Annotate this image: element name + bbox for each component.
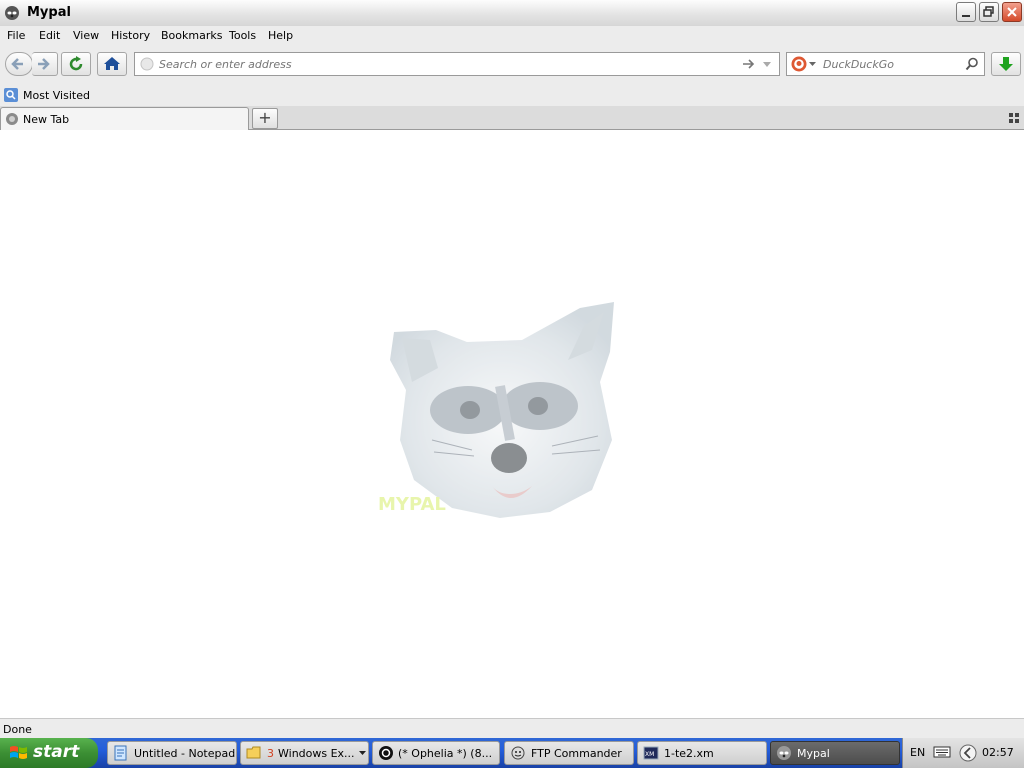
menu-bookmarks[interactable]: Bookmarks	[161, 29, 222, 42]
globe-icon	[6, 113, 18, 125]
home-button[interactable]	[97, 52, 127, 76]
most-visited-bookmark[interactable]: Most Visited	[3, 87, 90, 103]
reload-icon	[69, 56, 83, 71]
raccoon-app-icon	[5, 6, 19, 20]
system-tray: EN 02:57	[902, 738, 1024, 768]
duckduckgo-icon[interactable]	[791, 56, 807, 72]
most-visited-label: Most Visited	[23, 89, 90, 102]
navigation-toolbar	[0, 46, 1024, 84]
folder-icon	[246, 746, 261, 759]
address-bar[interactable]	[134, 52, 780, 76]
search-icon[interactable]	[965, 57, 979, 71]
minimize-button[interactable]	[956, 2, 976, 22]
taskbar-item-label: 1-te2.xm	[664, 747, 714, 760]
forward-button[interactable]	[32, 52, 58, 76]
close-button[interactable]	[1002, 2, 1022, 22]
bookmark-folder-icon	[4, 88, 18, 102]
raccoon-watermark-image: MYPAL	[378, 302, 614, 518]
show-hidden-icons-chevron-icon[interactable]	[958, 743, 978, 763]
restore-icon	[983, 6, 994, 17]
menu-tools[interactable]: Tools	[229, 29, 256, 42]
engine-dropdown-icon[interactable]	[809, 60, 817, 68]
taskbar-item-label: Mypal	[797, 747, 830, 760]
group-dropdown-icon	[359, 751, 366, 755]
logo-wordmark: MYPAL	[378, 494, 446, 515]
go-arrow-icon[interactable]	[741, 57, 757, 71]
notepad-icon	[114, 745, 127, 761]
forward-arrow-icon	[38, 58, 50, 70]
status-text: Done	[3, 723, 32, 736]
taskbar-group-count: 3	[267, 747, 274, 760]
taskbar-item-xm-file[interactable]: XM 1-te2.xm	[637, 741, 767, 765]
home-icon	[104, 57, 120, 70]
media-player-icon	[379, 746, 393, 760]
menu-view[interactable]: View	[73, 29, 99, 42]
plus-icon: +	[258, 108, 272, 127]
new-tab-button[interactable]: +	[252, 108, 278, 129]
ftp-commander-icon	[511, 746, 525, 760]
menu-edit[interactable]: Edit	[39, 29, 60, 42]
taskbar: start Untitled - Notepad 3 Windows Ex...…	[0, 738, 1024, 768]
xm-module-icon: XM	[643, 746, 659, 760]
language-indicator[interactable]: EN	[910, 746, 925, 759]
menu-bar: File Edit View History Bookmarks Tools H…	[0, 26, 1024, 46]
menu-help[interactable]: Help	[268, 29, 293, 42]
search-bar[interactable]	[786, 52, 985, 76]
back-arrow-icon	[11, 58, 23, 70]
taskbar-item-mypal[interactable]: Mypal	[770, 741, 900, 765]
window-title: Mypal	[27, 5, 71, 20]
menu-file[interactable]: File	[7, 29, 25, 42]
raccoon-app-icon	[777, 746, 791, 760]
close-icon	[1007, 7, 1017, 17]
minimize-icon	[962, 15, 970, 17]
keyboard-icon[interactable]	[933, 745, 951, 759]
start-label: start	[33, 742, 80, 762]
taskbar-item-label: Windows Ex...	[278, 747, 355, 760]
status-bar: Done	[0, 718, 1024, 738]
tab-strip: New Tab +	[0, 106, 1024, 130]
dropdown-icon[interactable]	[761, 58, 773, 70]
back-button[interactable]	[5, 52, 33, 76]
download-arrow-icon	[999, 57, 1013, 71]
menu-history[interactable]: History	[111, 29, 150, 42]
bookmarks-toolbar: Most Visited	[0, 84, 1024, 106]
address-input[interactable]	[159, 56, 719, 72]
page-identity-icon	[140, 57, 154, 71]
taskbar-item-notepad[interactable]: Untitled - Notepad	[107, 741, 237, 765]
tab-new-tab[interactable]: New Tab	[0, 107, 249, 130]
restore-button[interactable]	[979, 2, 999, 22]
taskbar-item-ftp-commander[interactable]: FTP Commander	[504, 741, 634, 765]
taskbar-item-label: (* Ophelia *) (8...	[398, 747, 493, 760]
start-button[interactable]: start	[0, 738, 98, 768]
clock: 02:57	[982, 746, 1014, 759]
windows-logo-icon	[10, 746, 27, 759]
page-content[interactable]: MYPAL	[0, 130, 1024, 718]
title-bar[interactable]: Mypal	[0, 0, 1024, 27]
tab-groups-icon[interactable]	[1009, 113, 1019, 123]
search-input[interactable]	[823, 56, 961, 72]
downloads-button[interactable]	[991, 52, 1021, 76]
tab-label: New Tab	[23, 113, 70, 126]
taskbar-item-label: FTP Commander	[531, 747, 622, 760]
taskbar-item-windows-explorer[interactable]: 3 Windows Ex...	[240, 741, 369, 765]
taskbar-item-ophelia[interactable]: (* Ophelia *) (8...	[372, 741, 500, 765]
svg-text:XM: XM	[645, 751, 654, 758]
taskbar-item-label: Untitled - Notepad	[134, 747, 236, 760]
reload-button[interactable]	[61, 52, 91, 76]
